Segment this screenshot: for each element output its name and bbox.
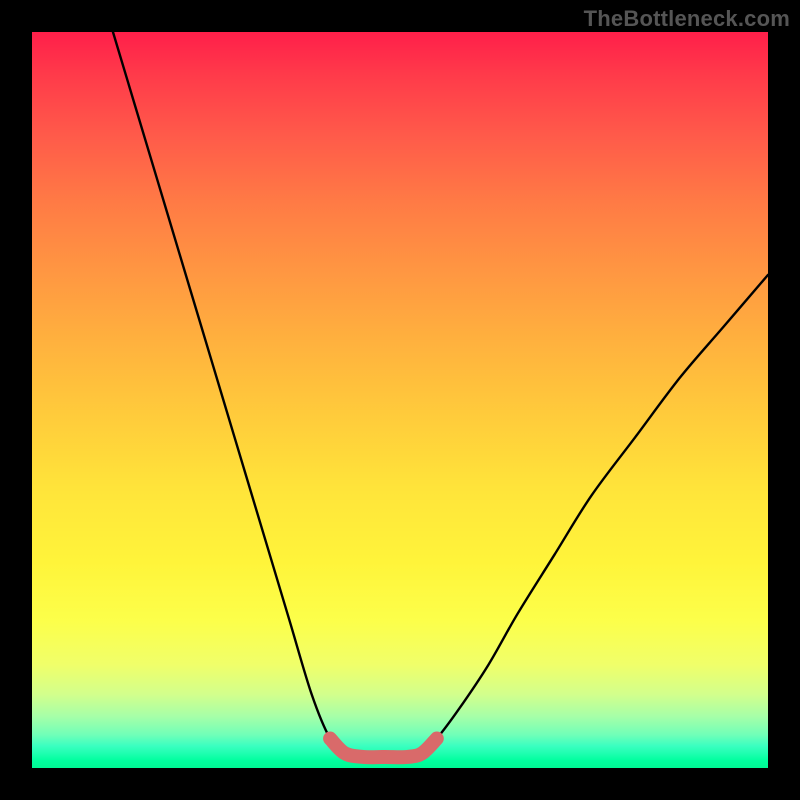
left-curve: [113, 32, 345, 753]
chart-frame: TheBottleneck.com: [0, 0, 800, 800]
right-curve: [422, 275, 768, 753]
bottom-highlight: [330, 739, 437, 758]
plot-area: [32, 32, 768, 768]
watermark-text: TheBottleneck.com: [584, 6, 790, 32]
curve-svg: [32, 32, 768, 768]
